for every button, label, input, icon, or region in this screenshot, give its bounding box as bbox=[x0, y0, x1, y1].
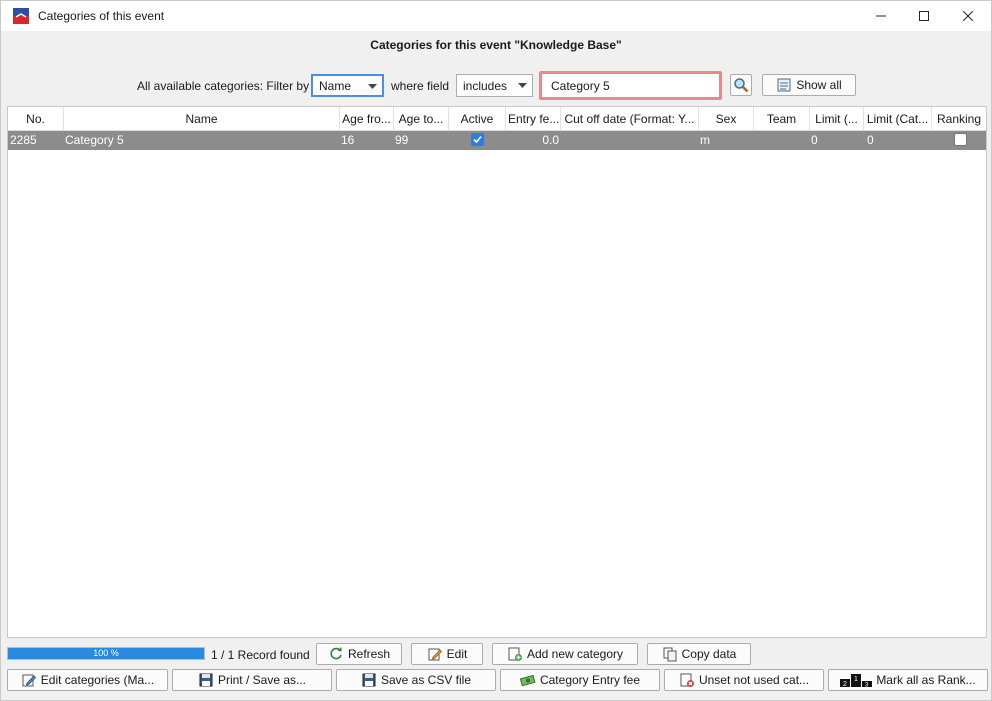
money-icon bbox=[519, 674, 536, 687]
progress-bar: 100 % bbox=[7, 647, 205, 660]
save-icon bbox=[199, 673, 213, 687]
categories-window: Categories of this event Categories for … bbox=[0, 0, 992, 701]
copy-data-label: Copy data bbox=[681, 647, 737, 661]
show-all-icon bbox=[777, 78, 791, 92]
show-all-label: Show all bbox=[796, 78, 842, 92]
save-icon bbox=[362, 673, 376, 687]
cell-age-to: 99 bbox=[395, 133, 409, 147]
where-field-label: where field bbox=[391, 79, 450, 93]
filter-operator-value: includes bbox=[463, 78, 508, 93]
copy-data-button[interactable]: Copy data bbox=[647, 643, 751, 665]
app-icon bbox=[13, 8, 29, 24]
chevron-down-icon bbox=[368, 84, 377, 89]
window-title: Categories of this event bbox=[38, 9, 165, 23]
progress-label: 100 % bbox=[93, 648, 119, 658]
column-header-team[interactable]: Team bbox=[754, 107, 810, 131]
filter-operator-select[interactable]: includes bbox=[456, 74, 533, 97]
maximize-icon bbox=[919, 11, 929, 21]
column-header-cut-off[interactable]: Cut off date (Format: Y... bbox=[561, 107, 699, 131]
title-bar[interactable]: Categories of this event bbox=[1, 1, 991, 31]
add-new-category-label: Add new category bbox=[526, 647, 624, 661]
filter-field-value: Name bbox=[319, 78, 352, 93]
magnifier-icon bbox=[734, 78, 749, 93]
cell-limit-cat: 0 bbox=[867, 133, 874, 147]
cell-sex: m bbox=[700, 133, 710, 147]
unset-not-used-button[interactable]: Unset not used cat... bbox=[664, 669, 824, 691]
column-header-limit[interactable]: Limit (... bbox=[810, 107, 864, 131]
delete-icon bbox=[680, 673, 694, 687]
cell-entry-fee: 0.0 bbox=[542, 133, 559, 147]
dialog-heading: Categories for this event "Knowledge Bas… bbox=[370, 38, 622, 52]
add-new-category-button[interactable]: Add new category bbox=[492, 643, 638, 665]
edit-label: Edit bbox=[446, 647, 468, 661]
copy-icon bbox=[663, 647, 677, 662]
table-header: No. Name Age fro... Age to... Active Ent… bbox=[8, 107, 986, 131]
podium-icon: 2 1 3 bbox=[840, 674, 873, 687]
category-entry-fee-button[interactable]: Category Entry fee bbox=[500, 669, 660, 691]
cell-limit: 0 bbox=[811, 133, 818, 147]
refresh-label: Refresh bbox=[347, 647, 391, 661]
save-csv-button[interactable]: Save as CSV file bbox=[336, 669, 496, 691]
close-button[interactable] bbox=[946, 1, 990, 31]
save-csv-label: Save as CSV file bbox=[380, 673, 472, 687]
column-header-active[interactable]: Active bbox=[449, 107, 506, 131]
edit-icon bbox=[22, 674, 36, 687]
mark-all-ranking-label: Mark all as Rank... bbox=[876, 673, 976, 687]
edit-categories-label: Edit categories (Ma... bbox=[40, 673, 155, 687]
cell-active-checkbox[interactable] bbox=[471, 133, 484, 146]
print-save-button[interactable]: Print / Save as... bbox=[172, 669, 332, 691]
categories-table[interactable]: No. Name Age fro... Age to... Active Ent… bbox=[7, 106, 987, 638]
chevron-down-icon bbox=[518, 83, 527, 88]
maximize-button[interactable] bbox=[902, 1, 946, 31]
column-header-sex[interactable]: Sex bbox=[699, 107, 754, 131]
column-header-limit-cat[interactable]: Limit (Cat... bbox=[864, 107, 932, 131]
category-entry-fee-label: Category Entry fee bbox=[539, 673, 641, 687]
column-header-age-from[interactable]: Age fro... bbox=[340, 107, 394, 131]
column-header-name[interactable]: Name bbox=[64, 107, 340, 131]
column-header-no[interactable]: No. bbox=[8, 107, 64, 131]
edit-icon bbox=[428, 648, 442, 661]
edit-categories-button[interactable]: Edit categories (Ma... bbox=[7, 669, 168, 691]
cell-ranking-checkbox[interactable] bbox=[954, 133, 967, 146]
minimize-button[interactable] bbox=[859, 1, 903, 31]
svg-text:2: 2 bbox=[843, 681, 847, 687]
close-icon bbox=[963, 11, 973, 21]
edit-button[interactable]: Edit bbox=[411, 643, 483, 665]
column-header-age-to[interactable]: Age to... bbox=[394, 107, 449, 131]
minimize-icon bbox=[876, 15, 886, 17]
cell-name: Category 5 bbox=[65, 133, 124, 147]
filter-field-select[interactable]: Name bbox=[311, 74, 384, 97]
print-save-label: Print / Save as... bbox=[217, 673, 307, 687]
unset-not-used-label: Unset not used cat... bbox=[698, 673, 810, 687]
refresh-button[interactable]: Refresh bbox=[316, 643, 402, 665]
cell-age-from: 16 bbox=[341, 133, 355, 147]
checkmark-icon bbox=[473, 135, 482, 144]
filter-search-input[interactable] bbox=[539, 71, 722, 100]
filter-label: All available categories: Filter by bbox=[137, 79, 310, 93]
show-all-button[interactable]: Show all bbox=[762, 74, 856, 96]
table-row[interactable]: 2285 Category 5 16 99 0.0 m 0 0 bbox=[8, 131, 986, 150]
add-icon bbox=[508, 647, 522, 661]
column-header-ranking[interactable]: Ranking bbox=[932, 107, 986, 131]
record-count: 1 / 1 Record found bbox=[211, 648, 310, 662]
refresh-icon bbox=[330, 647, 342, 660]
column-header-entry-fee[interactable]: Entry fe... bbox=[506, 107, 561, 131]
mark-all-ranking-button[interactable]: 2 1 3 Mark all as Rank... bbox=[828, 669, 988, 691]
cell-no: 2285 bbox=[10, 133, 37, 147]
svg-text:1: 1 bbox=[854, 676, 858, 683]
search-button[interactable] bbox=[730, 74, 752, 96]
